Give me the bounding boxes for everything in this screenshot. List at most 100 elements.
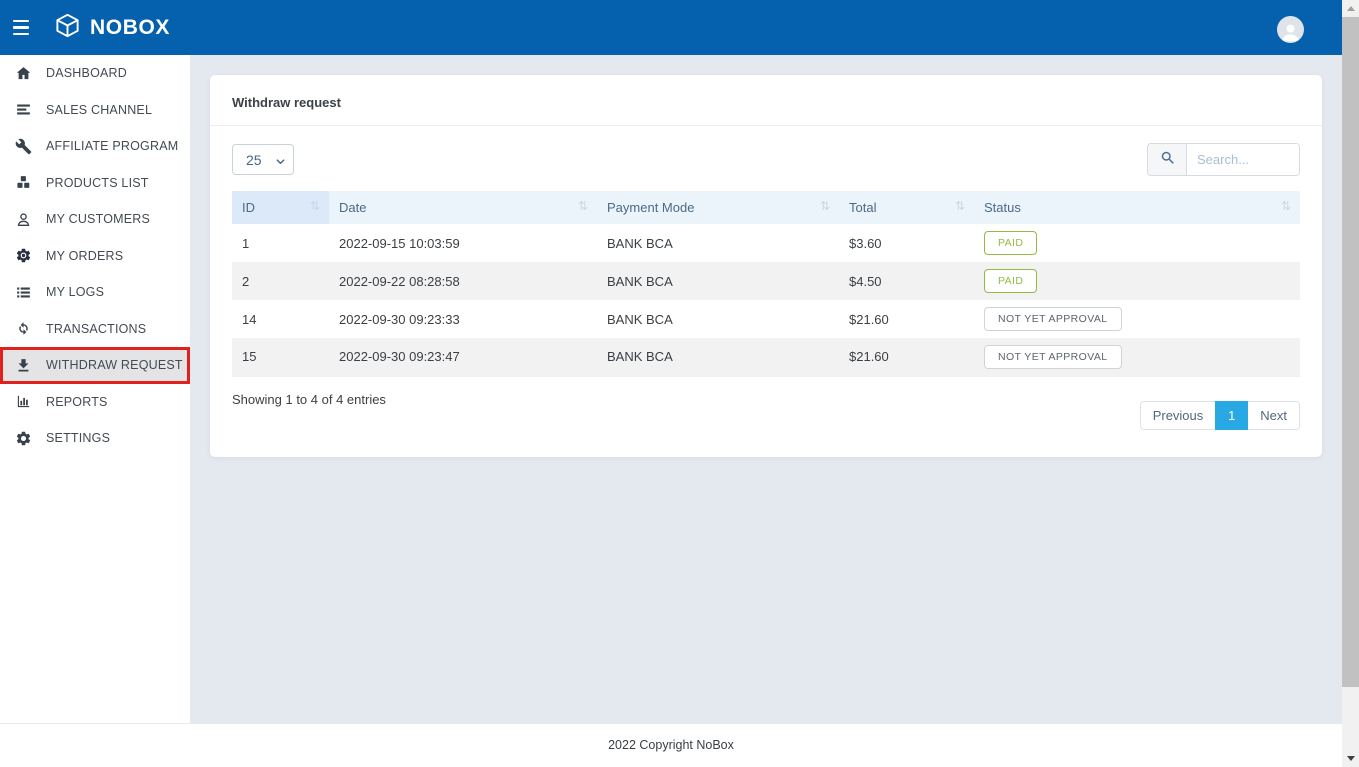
sidebar-item-my-customers[interactable]: MY CUSTOMERS <box>0 201 190 238</box>
cell-total: $21.60 <box>839 300 974 338</box>
sidebar-item-label: WITHDRAW REQUEST <box>46 358 183 372</box>
cell-total: $21.60 <box>839 338 974 376</box>
main-content: Withdraw request 25 <box>190 55 1342 723</box>
sidebar-item-label: MY ORDERS <box>46 249 123 263</box>
sidebar-item-sales-channel[interactable]: SALES CHANNEL <box>0 92 190 129</box>
top-header: NOBOX <box>0 0 1342 55</box>
column-label: ID <box>242 200 255 215</box>
page-length-select[interactable]: 25 <box>232 144 294 175</box>
cell-date: 2022-09-30 09:23:47 <box>329 338 597 376</box>
search-button[interactable] <box>1148 144 1187 175</box>
sync-icon <box>14 320 33 338</box>
status-badge: NOT YET APPROVAL <box>984 307 1122 331</box>
withdraw-table: ID Date Payment Mode <box>232 191 1300 377</box>
sidebar-item-label: SALES CHANNEL <box>46 103 152 117</box>
brand-name: NOBOX <box>90 16 170 40</box>
previous-page-button[interactable]: Previous <box>1140 401 1216 430</box>
column-label: Total <box>849 200 876 215</box>
sidebar-item-label: TRANSACTIONS <box>46 322 146 336</box>
status-badge: PAID <box>984 231 1037 255</box>
sidebar-item-withdraw-request[interactable]: WITHDRAW REQUEST <box>0 347 190 384</box>
search-control <box>1147 143 1300 176</box>
cell-date: 2022-09-22 08:28:58 <box>329 262 597 300</box>
cell-payment-mode: BANK BCA <box>597 224 839 262</box>
column-header[interactable]: Date <box>329 191 597 224</box>
cell-status: NOT YET APPROVAL <box>974 300 1300 338</box>
scroll-down-icon[interactable] <box>1342 750 1359 767</box>
scroll-up-icon[interactable] <box>1342 0 1359 17</box>
pagination: Previous 1 Next <box>1140 401 1300 430</box>
status-badge: NOT YET APPROVAL <box>984 345 1122 369</box>
sort-icon <box>578 199 588 213</box>
wrench-icon <box>14 137 33 155</box>
download-icon <box>14 356 33 374</box>
sidebar: DASHBOARD SALES CHANNEL AFFILIATE PROGRA… <box>0 55 190 723</box>
next-page-button[interactable]: Next <box>1248 401 1300 430</box>
cube-logo-icon <box>54 12 81 44</box>
cell-date: 2022-09-15 10:03:59 <box>329 224 597 262</box>
user-icon <box>14 210 33 228</box>
sidebar-item-label: AFFILIATE PROGRAM <box>46 139 178 153</box>
footer: 2022 Copyright NoBox <box>0 723 1342 767</box>
cell-status: PAID <box>974 224 1300 262</box>
page-length-control: 25 <box>232 144 294 175</box>
hamburger-icon[interactable] <box>13 20 35 36</box>
sidebar-item-label: REPORTS <box>46 395 108 409</box>
cell-payment-mode: BANK BCA <box>597 262 839 300</box>
gear-icon <box>14 429 33 447</box>
cell-status: NOT YET APPROVAL <box>974 338 1300 376</box>
sales-channel-icon <box>14 101 33 119</box>
sidebar-item-my-logs[interactable]: MY LOGS <box>0 274 190 311</box>
column-header[interactable]: ID <box>232 191 329 224</box>
column-header[interactable]: Total <box>839 191 974 224</box>
app-root: NOBOX DASHBOARD SALES CHANNEL AFFILIATE … <box>0 0 1359 767</box>
entries-info: Showing 1 to 4 of 4 entries <box>232 377 386 407</box>
sort-icon <box>1281 199 1291 213</box>
sort-icon <box>820 199 830 213</box>
sidebar-item-products-list[interactable]: PRODUCTS LIST <box>0 165 190 202</box>
user-avatar-icon[interactable] <box>1277 16 1304 43</box>
cell-total: $3.60 <box>839 224 974 262</box>
sidebar-item-affiliate-program[interactable]: AFFILIATE PROGRAM <box>0 128 190 165</box>
column-label: Status <box>984 200 1021 215</box>
sidebar-item-my-orders[interactable]: MY ORDERS <box>0 238 190 275</box>
sidebar-item-transactions[interactable]: TRANSACTIONS <box>0 311 190 348</box>
cell-id: 1 <box>232 224 329 262</box>
column-header[interactable]: Payment Mode <box>597 191 839 224</box>
sidebar-item-label: DASHBOARD <box>46 66 127 80</box>
table-row: 2 2022-09-22 08:28:58 BANK BCA $4.50 PAI… <box>232 262 1300 300</box>
sidebar-item-settings[interactable]: SETTINGS <box>0 420 190 457</box>
cell-id: 14 <box>232 300 329 338</box>
column-header[interactable]: Status <box>974 191 1300 224</box>
vertical-scrollbar[interactable] <box>1342 0 1359 767</box>
boxes-icon <box>14 174 33 192</box>
list-icon <box>14 283 33 301</box>
sidebar-item-reports[interactable]: REPORTS <box>0 384 190 421</box>
sidebar-item-dashboard[interactable]: DASHBOARD <box>0 55 190 92</box>
page-title: Withdraw request <box>210 75 1322 126</box>
sidebar-item-label: MY LOGS <box>46 285 104 299</box>
home-icon <box>14 64 33 82</box>
orders-gear-icon <box>14 247 33 265</box>
cell-id: 2 <box>232 262 329 300</box>
cell-date: 2022-09-30 09:23:33 <box>329 300 597 338</box>
column-label: Date <box>339 200 366 215</box>
sidebar-item-label: SETTINGS <box>46 431 110 445</box>
search-icon <box>1160 150 1175 170</box>
brand-logo[interactable]: NOBOX <box>54 12 170 44</box>
sidebar-item-label: PRODUCTS LIST <box>46 176 149 190</box>
page-1-button[interactable]: 1 <box>1215 401 1248 430</box>
scrollbar-thumb[interactable] <box>1342 17 1359 687</box>
table-row: 15 2022-09-30 09:23:47 BANK BCA $21.60 N… <box>232 338 1300 376</box>
cell-payment-mode: BANK BCA <box>597 338 839 376</box>
table-row: 1 2022-09-15 10:03:59 BANK BCA $3.60 PAI… <box>232 224 1300 262</box>
cell-total: $4.50 <box>839 262 974 300</box>
withdraw-request-card: Withdraw request 25 <box>210 75 1322 457</box>
cell-id: 15 <box>232 338 329 376</box>
sort-icon <box>310 199 320 213</box>
table-row: 14 2022-09-30 09:23:33 BANK BCA $21.60 N… <box>232 300 1300 338</box>
column-label: Payment Mode <box>607 200 694 215</box>
cell-payment-mode: BANK BCA <box>597 300 839 338</box>
search-input[interactable] <box>1187 144 1299 175</box>
sort-icon <box>955 199 965 213</box>
